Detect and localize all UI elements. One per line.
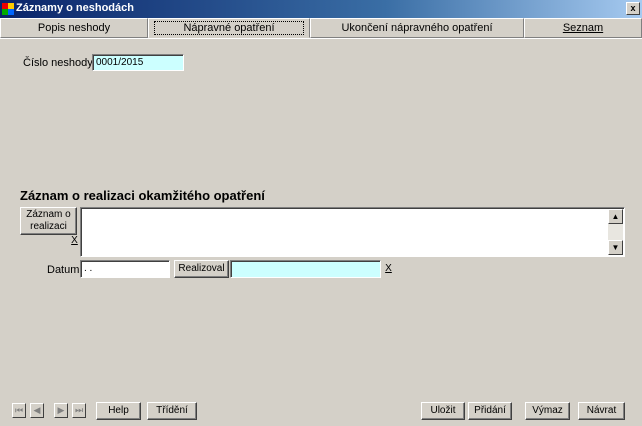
tab-popis-neshody[interactable]: Popis neshody — [0, 18, 148, 38]
help-button[interactable]: Help — [96, 402, 141, 420]
realizoval-input[interactable] — [230, 260, 381, 278]
cislo-neshody-label: Číslo neshody — [23, 57, 93, 69]
clear-realizoval-button[interactable]: X — [383, 263, 394, 276]
vymaz-button[interactable]: Výmaz — [525, 402, 570, 420]
clear-zaznam-button[interactable]: X — [69, 235, 80, 248]
scroll-up-icon[interactable]: ▲ — [608, 209, 623, 224]
pridani-button[interactable]: Přidání — [468, 402, 512, 420]
navrat-button[interactable]: Návrat — [578, 402, 625, 420]
tab-ukonceni[interactable]: Ukončení nápravného opatření — [310, 18, 524, 38]
datum-label: Datum — [47, 264, 80, 276]
tab-napravne-opatreni[interactable]: Nápravné opatření — [148, 18, 310, 38]
last-record-icon[interactable]: ⏭ — [72, 403, 86, 418]
tab-seznam[interactable]: Seznam — [524, 18, 642, 38]
section-title: Záznam o realizaci okamžitého opatření — [20, 188, 265, 203]
trideni-button[interactable]: Třídění — [147, 402, 197, 420]
datum-input[interactable]: . . — [80, 260, 170, 278]
tab-bar: Popis neshody Nápravné opatření Ukončení… — [0, 18, 642, 38]
close-icon[interactable]: x — [626, 2, 640, 15]
realizoval-button[interactable]: Realizoval — [174, 260, 229, 278]
first-record-icon[interactable]: ⏮ — [12, 403, 26, 418]
scroll-down-icon[interactable]: ▼ — [608, 240, 623, 255]
ulozit-button[interactable]: Uložit — [421, 402, 465, 420]
app-icon — [2, 3, 14, 15]
textarea-scrollbar[interactable]: ▲ ▼ — [608, 209, 623, 255]
zaznam-textarea[interactable]: ▲ ▼ — [80, 207, 625, 257]
window-title: Záznamy o neshodách — [16, 2, 134, 14]
zaznam-o-realizaci-button[interactable]: Záznam o realizaci — [20, 207, 77, 235]
next-record-icon[interactable]: ▶ — [54, 403, 68, 418]
tab-panel: Číslo neshody 0001/2015 Záznam o realiza… — [0, 38, 642, 426]
title-bar: Záznamy o neshodách x — [0, 0, 642, 18]
prev-record-icon[interactable]: ◀ — [30, 403, 44, 418]
cislo-neshody-input[interactable]: 0001/2015 — [92, 54, 184, 71]
